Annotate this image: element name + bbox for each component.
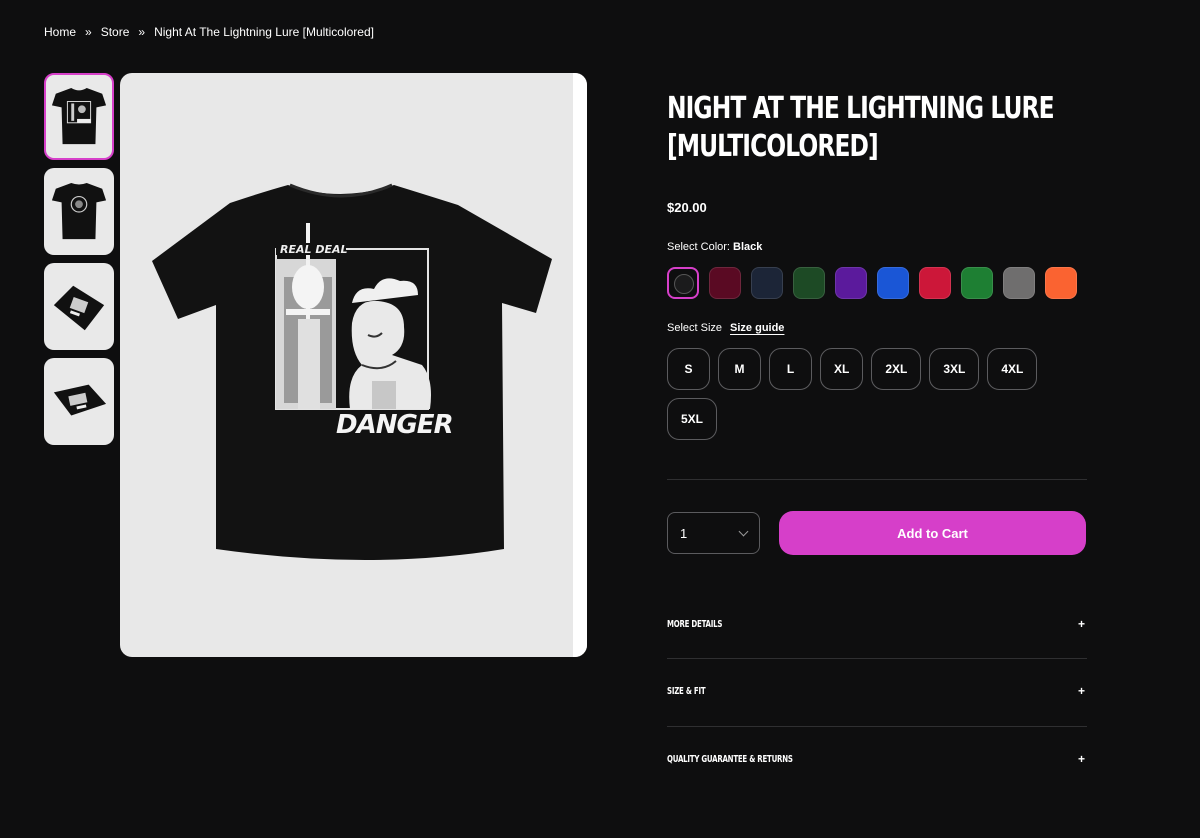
color-label-text: Select Color: xyxy=(667,241,730,253)
color-swatch-kelly-green[interactable] xyxy=(961,267,993,299)
product-title: Night At The Lightning Lure [Multicolore… xyxy=(667,91,1055,164)
size-option-m[interactable]: M xyxy=(718,348,761,390)
graphic-bottom-text: DANGER xyxy=(336,410,453,440)
thumbnail-back[interactable] xyxy=(44,168,114,255)
plus-icon: + xyxy=(1077,752,1085,766)
thumbnail-list xyxy=(44,73,114,445)
color-swatch-navy[interactable] xyxy=(751,267,783,299)
divider xyxy=(667,726,1087,727)
size-option-l[interactable]: L xyxy=(769,348,812,390)
color-swatch-black[interactable] xyxy=(667,267,699,299)
size-option-xl[interactable]: XL xyxy=(820,348,864,390)
color-swatch-orange[interactable] xyxy=(1045,267,1077,299)
size-options: S M L XL 2XL 3XL 4XL 5XL xyxy=(667,348,1087,440)
accordion-label: QUALITY GUARANTEE & RETURNS xyxy=(667,753,793,765)
selected-color-name: Black xyxy=(733,241,763,253)
color-swatch-purple[interactable] xyxy=(835,267,867,299)
size-label-row: Select Size Size guide xyxy=(667,322,784,334)
color-label: Select Color: Black xyxy=(667,241,762,253)
breadcrumb-store-link[interactable]: Store xyxy=(101,25,130,39)
size-option-s[interactable]: S xyxy=(667,348,710,390)
tshirt-front-image: REAL DEAL DANGER xyxy=(152,183,552,560)
thumbnail-folded-2[interactable] xyxy=(44,358,114,445)
thumbnail-front[interactable] xyxy=(44,73,114,160)
breadcrumb: Home » Store » Night At The Lightning Lu… xyxy=(44,25,374,39)
plus-icon: + xyxy=(1077,617,1085,631)
chevron-down-icon xyxy=(738,526,749,536)
size-option-2xl[interactable]: 2XL xyxy=(871,348,922,390)
divider xyxy=(667,479,1087,480)
accordion-more-details[interactable]: MORE DETAILS + xyxy=(667,614,1087,634)
accordion-quality-guarantee-returns[interactable]: QUALITY GUARANTEE & RETURNS + xyxy=(667,749,1087,769)
main-product-image[interactable]: REAL DEAL DANGER xyxy=(120,73,587,657)
graphic-top-text: REAL DEAL xyxy=(280,243,348,256)
color-swatch-maroon[interactable] xyxy=(709,267,741,299)
breadcrumb-current: Night At The Lightning Lure [Multicolore… xyxy=(154,25,374,39)
accordion-label: SIZE & FIT xyxy=(667,685,706,697)
breadcrumb-separator: » xyxy=(85,25,92,39)
quantity-value: 1 xyxy=(680,525,688,541)
tshirt-front-thumbnail-image xyxy=(51,87,107,144)
thumbnail-folded-1[interactable] xyxy=(44,263,114,350)
breadcrumb-home-link[interactable]: Home xyxy=(44,25,76,39)
tshirt-back-thumbnail-image xyxy=(51,182,107,239)
tshirt-folded-thumbnail-image xyxy=(53,285,105,330)
size-option-3xl[interactable]: 3XL xyxy=(929,348,980,390)
color-swatches xyxy=(667,267,1077,299)
divider xyxy=(667,658,1087,659)
color-swatch-gray[interactable] xyxy=(1003,267,1035,299)
product-panel: Night At The Lightning Lure [Multicolore… xyxy=(667,90,1087,766)
size-label: Select Size xyxy=(667,322,723,334)
accordion-size-fit[interactable]: SIZE & FIT + xyxy=(667,681,1087,701)
tshirt-folded-thumbnail-image xyxy=(53,384,107,416)
product-price: $20.00 xyxy=(667,200,707,215)
color-swatch-royal-blue[interactable] xyxy=(877,267,909,299)
add-to-cart-button[interactable]: Add to Cart xyxy=(779,511,1086,555)
quantity-select[interactable]: 1 xyxy=(667,512,760,554)
size-guide-link[interactable]: Size guide xyxy=(730,322,784,334)
size-option-5xl[interactable]: 5XL xyxy=(667,398,718,440)
accordion-label: MORE DETAILS xyxy=(667,618,723,630)
color-swatch-forest-green[interactable] xyxy=(793,267,825,299)
breadcrumb-separator: » xyxy=(138,25,146,39)
color-swatch-red[interactable] xyxy=(919,267,951,299)
size-option-4xl[interactable]: 4XL xyxy=(987,348,1038,390)
plus-icon: + xyxy=(1077,684,1085,698)
